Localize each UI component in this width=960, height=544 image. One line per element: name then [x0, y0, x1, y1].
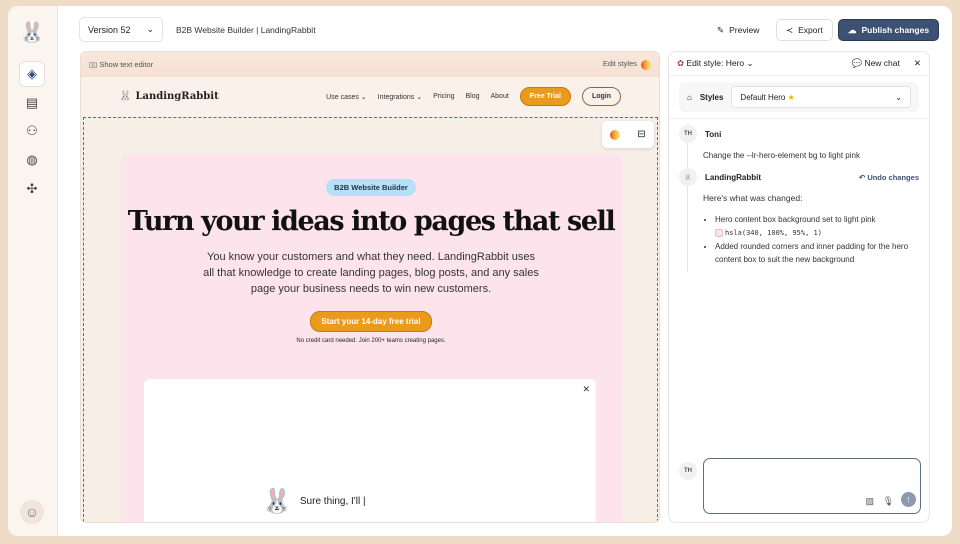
archive-icon: ⌂	[687, 92, 692, 102]
free-trial-button[interactable]: Free Trial	[519, 87, 571, 106]
close-icon[interactable]: ✕	[914, 58, 921, 68]
layers-icon[interactable]: ◈	[19, 61, 45, 87]
app-window: 🐰 ◈ ▤ ⚇ ◍ ✣ ☺ Version 52 ⌄ B2B Website Bu…	[8, 6, 952, 536]
nav-integrations[interactable]: Integrations ⌄	[378, 93, 422, 101]
microphone-icon[interactable]: 🎙	[883, 496, 894, 507]
rabbit-mascot-icon: 🐰	[262, 488, 292, 515]
styles-row: ⌂ Styles Default Hero ★ ⌄	[679, 82, 919, 112]
pages-icon[interactable]: ▤	[19, 90, 45, 116]
sidebar: 🐰 ◈ ▤ ⚇ ◍ ✣ ☺	[8, 6, 58, 536]
site-brand[interactable]: 🐰 LandingRabbit	[119, 91, 219, 102]
chevron-down-icon: ⌄	[895, 92, 902, 102]
rabbit-avatar-icon: 🐰	[679, 168, 697, 186]
globe-icon[interactable]: ◍	[19, 147, 45, 173]
smiley-icon[interactable]: ☺	[20, 500, 44, 524]
chat-input-row: TH ▨ 🎙 ↑	[679, 458, 921, 514]
undo-changes-button[interactable]: ↶ Undo changes	[859, 173, 919, 182]
nav-blog[interactable]: Blog	[465, 93, 479, 100]
style-select[interactable]: Default Hero ★ ⌄	[731, 86, 911, 108]
star-icon: ★	[787, 92, 795, 102]
new-chat-button[interactable]: 💬 New chat	[851, 58, 899, 68]
message-text: Change the --lr-hero-element bg to light…	[687, 143, 919, 168]
change-item: Hero content box background set to light…	[715, 213, 919, 240]
edit-styles-button[interactable]: Edit styles	[602, 59, 651, 70]
message-author: Toni	[705, 129, 722, 139]
styles-label: Styles	[699, 92, 724, 102]
message-author: LandingRabbit	[705, 172, 761, 182]
hero-subtitle: You know your customers and what they ne…	[203, 251, 539, 295]
page-title: B2B Website Builder | LandingRabbit	[176, 25, 316, 35]
preview-label: Preview	[729, 25, 760, 35]
avatar: TH	[679, 462, 697, 480]
layout-icon[interactable]: ⊟	[637, 129, 645, 140]
site-navbar: 🐰 LandingRabbit Use cases ⌄ Integrations …	[81, 77, 659, 116]
nav-pricing[interactable]: Pricing	[433, 93, 454, 100]
new-chat-label: New chat	[864, 58, 900, 68]
preview-button[interactable]: ✎ Preview	[708, 19, 768, 41]
edit-icon: ✎	[717, 24, 725, 35]
close-icon[interactable]: ✕	[582, 384, 590, 395]
version-label: Version 52	[88, 24, 131, 35]
rabbit-logo-icon: 🐰	[119, 91, 132, 102]
modal-message: Sure thing, I'll |	[299, 496, 366, 507]
hero-cta-button[interactable]: Start your 14-day free trial	[310, 311, 432, 332]
edit-style-dropdown[interactable]: ✿ Edit style: Hero ⌄	[677, 58, 754, 69]
users-icon[interactable]: ⚇	[19, 118, 45, 144]
share-icon: ≺	[786, 24, 794, 35]
publish-label: Publish changes	[861, 25, 930, 35]
nav-about[interactable]: About	[491, 93, 509, 100]
message-intro: Here's what was changed:	[703, 193, 803, 203]
image-icon[interactable]: ▨	[865, 496, 874, 507]
canvas-toolbar: ▯▯ Show text editor Edit styles	[81, 52, 659, 77]
nav-use-cases[interactable]: Use cases ⌄	[326, 93, 367, 101]
selected-hero-section[interactable]: ⊟ B2B Website Builder Turn your ideas in…	[83, 117, 658, 522]
export-label: Export	[798, 25, 823, 35]
export-button[interactable]: ≺ Export	[776, 19, 833, 41]
edit-styles-label: Edit styles	[602, 59, 637, 69]
hero-title: Turn your ideas into pages that sell	[127, 206, 616, 237]
palette-dot-icon[interactable]	[610, 129, 621, 140]
change-item: Added rounded corners and inner padding …	[715, 240, 919, 266]
palette-dot-icon	[641, 59, 651, 70]
chat-panel: ✿ Edit style: Hero ⌄ 💬 New chat ✕ ⌂ Styles…	[668, 51, 930, 523]
palette-icon: ✿	[677, 58, 685, 68]
puzzle-icon[interactable]: ✣	[19, 176, 45, 202]
section-toolbar: ⊟	[602, 121, 654, 148]
editor-canvas: ▯▯ Show text editor Edit styles 🐰 Landing…	[80, 51, 660, 523]
generation-modal: ✕ 🐰 Sure thing, I'll |	[144, 379, 596, 522]
color-code: hsla(340, 100%, 95%, 1)	[725, 229, 822, 237]
send-button[interactable]: ↑	[901, 492, 916, 507]
chevron-down-icon: ⌄	[146, 24, 154, 34]
brand-name: LandingRabbit	[135, 91, 219, 102]
show-text-editor-label: Show text editor	[99, 60, 154, 69]
show-text-editor-button[interactable]: ▯▯ Show text editor	[89, 60, 153, 69]
login-button[interactable]: Login	[581, 87, 621, 106]
color-swatch	[715, 228, 723, 237]
version-select[interactable]: Version 52 ⌄	[79, 17, 163, 42]
avatar: TH	[679, 125, 697, 143]
cloud-upload-icon: ☁	[848, 24, 857, 35]
chat-input[interactable]: ▨ 🎙 ↑	[703, 458, 921, 514]
rabbit-logo-icon[interactable]: 🐰	[18, 20, 46, 46]
style-value: Default Hero	[740, 92, 786, 102]
hero-content-box: B2B Website Builder Turn your ideas into…	[121, 154, 621, 522]
publish-button[interactable]: ☁ Publish changes	[838, 19, 940, 41]
hero-note: No credit card needed. Join 200+ teams c…	[296, 338, 446, 344]
hero-badge: B2B Website Builder	[326, 179, 416, 196]
panel-title: Edit style: Hero	[686, 58, 745, 68]
chat-thread: TH Toni Change the --lr-hero-element bg t…	[669, 118, 929, 278]
